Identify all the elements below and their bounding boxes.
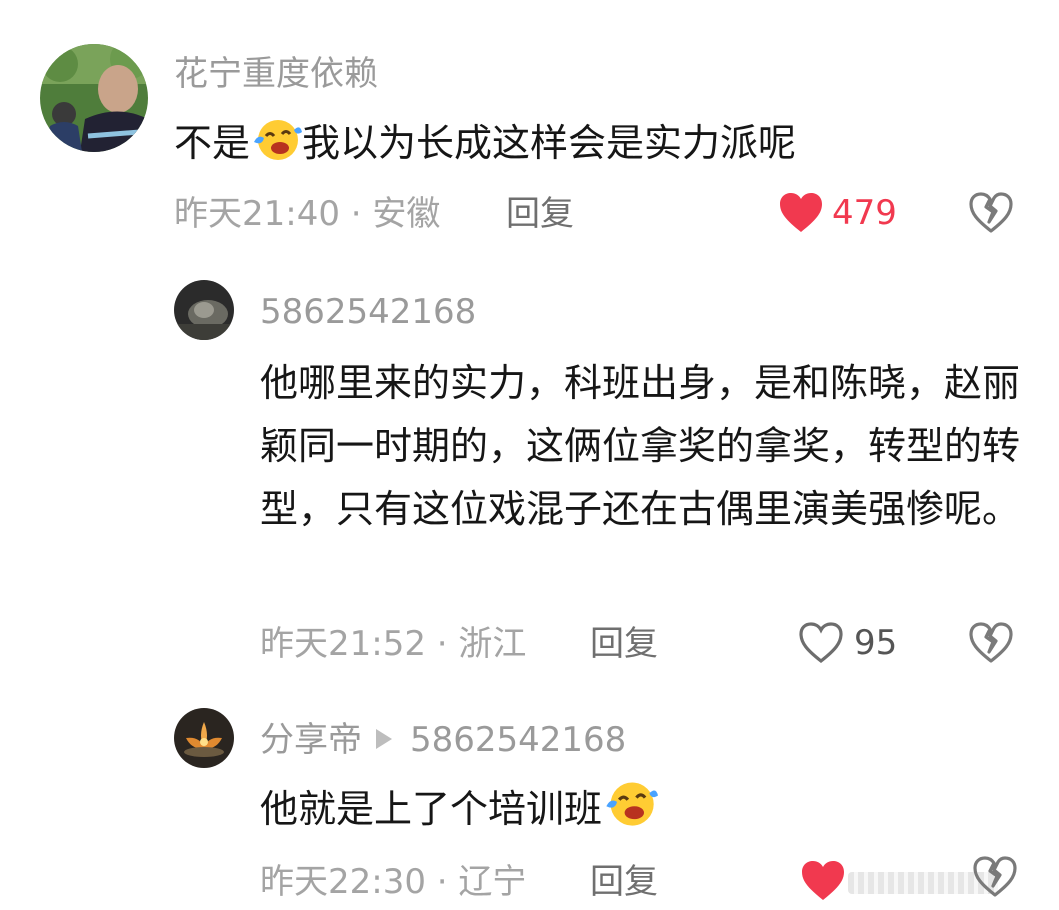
reply-header: 分享帝 5862542168	[260, 720, 626, 760]
avatar[interactable]	[40, 44, 148, 152]
username[interactable]: 花宁重度依赖	[174, 54, 378, 94]
like-button[interactable]: 95	[798, 622, 897, 664]
avatar[interactable]	[174, 280, 234, 340]
reply-arrow-icon	[376, 729, 392, 749]
reply-to-username[interactable]: 5862542168	[410, 720, 626, 760]
reply-button[interactable]: 回复	[590, 624, 658, 664]
broken-heart-icon	[968, 192, 1014, 234]
time-location: 昨天21:52 · 浙江	[260, 624, 527, 664]
like-button[interactable]	[800, 860, 846, 902]
username[interactable]: 5862542168	[260, 292, 476, 332]
comment-text: 不是 我以为长成这样会是实力派呢	[174, 112, 796, 175]
laughing-crying-emoji-icon	[250, 116, 303, 162]
reply-button[interactable]: 回复	[590, 862, 658, 902]
heart-icon	[800, 860, 846, 902]
laughing-crying-emoji-icon	[602, 778, 659, 828]
heart-icon	[798, 622, 844, 664]
comment-text: 他就是上了个培训班	[260, 778, 659, 841]
time-location: 昨天22:30 · 辽宁	[260, 862, 527, 902]
dislike-button[interactable]	[968, 622, 1014, 664]
comment-text-end: 我以为长成这样会是实力派呢	[302, 121, 797, 165]
broken-heart-icon	[972, 856, 1018, 898]
comment-text-start: 不是	[174, 121, 251, 165]
comment-text: 他哪里来的实力，科班出身，是和陈晓，赵丽颖同一时期的，这俩位拿奖的拿奖，转型的转…	[260, 361, 1021, 531]
like-button[interactable]: 479	[778, 192, 897, 234]
dislike-button[interactable]	[968, 192, 1014, 234]
dislike-button[interactable]	[972, 856, 1018, 898]
like-count: 479	[832, 193, 897, 233]
avatar[interactable]	[174, 708, 234, 768]
time-location: 昨天21:40 · 安徽	[174, 194, 441, 234]
broken-heart-icon	[968, 622, 1014, 664]
like-count: 95	[854, 623, 898, 663]
username[interactable]: 分享帝	[260, 720, 362, 760]
reply-button[interactable]: 回复	[506, 194, 574, 234]
comment-text-start: 他就是上了个培训班	[260, 787, 603, 831]
heart-icon	[778, 192, 824, 234]
